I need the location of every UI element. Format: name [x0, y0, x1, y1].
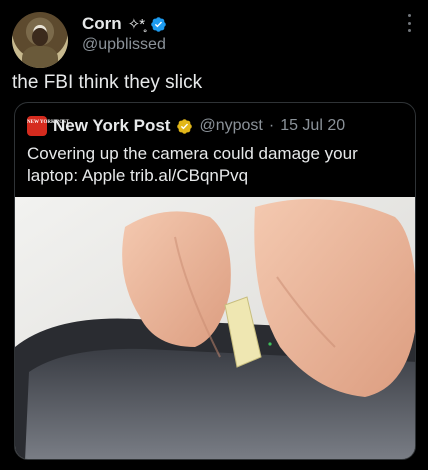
avatar[interactable]: [12, 12, 68, 68]
verified-badge-icon: [151, 16, 166, 32]
avatar-body: [22, 46, 58, 68]
quoted-tweet-card[interactable]: NEW YORK POST New York Post @nypost · 15…: [14, 102, 416, 460]
quoted-display-name[interactable]: New York Post: [53, 116, 170, 136]
author-name-row: Corn ✧*̥: [82, 14, 167, 34]
laptop-camera-tape-photo: [15, 197, 415, 459]
avatar-face: [32, 28, 48, 46]
author-display-name[interactable]: Corn: [82, 14, 122, 34]
tweet-post: Corn ✧*̥ @upblissed the FBI think they s…: [0, 0, 428, 470]
quoted-tweet-text: Covering up the camera could damage your…: [27, 144, 358, 185]
author-handle[interactable]: @upblissed: [82, 36, 166, 54]
gold-verified-badge-icon: [177, 118, 193, 134]
more-vertical-icon[interactable]: [406, 14, 412, 32]
tweet-text: the FBI think they slick: [12, 72, 203, 93]
quoted-handle[interactable]: @nypost: [199, 117, 262, 135]
sparkle-emoji: ✧*̥: [127, 16, 145, 33]
quoted-tweet-header: NEW YORK POST New York Post @nypost · 15…: [27, 115, 345, 137]
new-york-post-logo: NEW YORK POST: [27, 116, 69, 136]
quoted-date[interactable]: 15 Jul 20: [280, 117, 345, 135]
separator-dot: ·: [268, 117, 275, 134]
quoted-tweet-image[interactable]: [15, 197, 415, 459]
